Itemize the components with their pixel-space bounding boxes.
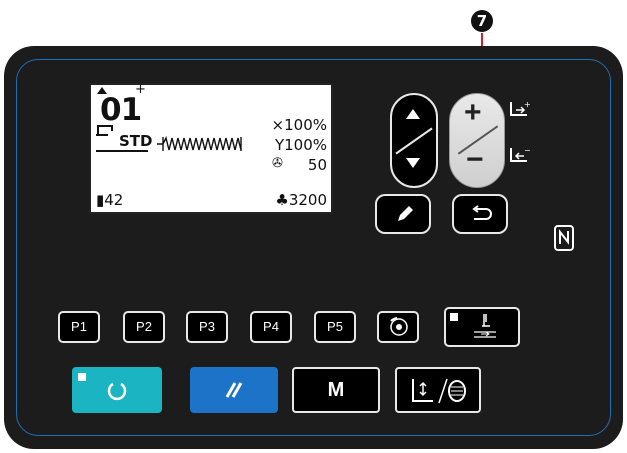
ready-led	[78, 373, 86, 381]
bobbin-winder-icon	[412, 378, 466, 404]
item-forward-icon: +	[510, 101, 531, 116]
return-button[interactable]	[452, 194, 508, 234]
up-down-button[interactable]	[390, 93, 438, 188]
svg-text:−: −	[524, 147, 531, 155]
edit-button[interactable]	[375, 194, 431, 234]
up-down-divider	[395, 127, 433, 155]
pattern-number: 01	[100, 92, 142, 128]
production-counter: ♣3200	[275, 192, 327, 208]
nfc-icon	[554, 225, 574, 251]
plus-minus-button[interactable]: + −	[449, 93, 505, 188]
reset-icon	[225, 382, 243, 398]
p3-button[interactable]: P3	[186, 311, 228, 343]
indicator-led	[450, 313, 458, 321]
lcd-screen: + 01 STD ×100% Y100% ✇ 50 ▮42 ♣3200	[89, 83, 333, 214]
bobbin-winder-button[interactable]	[395, 367, 481, 413]
bobbin-counter-value: 42	[104, 191, 124, 209]
x-scale-value: ×100%	[271, 116, 327, 134]
minus-icon[interactable]: −	[466, 143, 484, 177]
y-scale-value: Y100%	[274, 136, 327, 154]
svg-text:+: +	[524, 101, 531, 109]
mode-button[interactable]: M	[292, 367, 380, 413]
bobbin-counter: ▮42	[96, 192, 123, 208]
speed-value: 50	[307, 156, 327, 174]
p2-button[interactable]: P2	[123, 311, 165, 343]
p5-button[interactable]: P5	[314, 311, 356, 343]
presser-foot-button[interactable]	[444, 307, 520, 347]
thread-tension-button[interactable]	[377, 311, 419, 343]
presser-foot-icon	[474, 314, 496, 338]
plus-icon[interactable]: +	[464, 96, 482, 130]
triangle-down-icon[interactable]	[406, 158, 420, 168]
triangle-up-icon[interactable]	[406, 109, 420, 119]
production-counter-icon: ♣	[275, 191, 289, 209]
production-counter-value: 3200	[288, 191, 327, 209]
p1-button[interactable]: P1	[58, 311, 100, 343]
reset-button[interactable]	[190, 367, 278, 413]
item-back-icon: −	[510, 147, 531, 162]
ready-button[interactable]	[72, 367, 162, 413]
ready-icon	[107, 382, 127, 401]
speed-icon: ✇	[272, 156, 283, 171]
mode-label: STD	[119, 132, 153, 150]
stitch-pattern-icon	[157, 135, 242, 151]
p4-button[interactable]: P4	[250, 311, 292, 343]
thread-tension-icon	[390, 317, 408, 336]
return-icon	[472, 205, 492, 220]
pencil-icon	[398, 206, 413, 221]
machine-icon	[96, 125, 113, 136]
mode-underline	[96, 150, 148, 152]
